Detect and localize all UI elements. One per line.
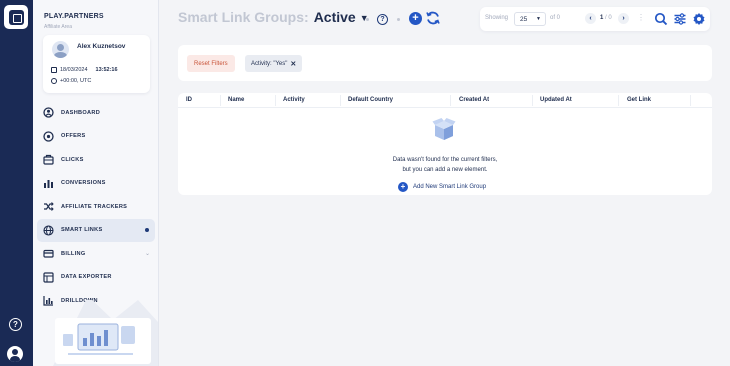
per-page-select[interactable]: 25 ▼	[514, 12, 546, 26]
help-button[interactable]: ?	[377, 14, 388, 25]
sidebar-item-affiliate-trackers[interactable]: AFFILIATE TRACKERS	[37, 195, 155, 219]
separator-dot	[366, 18, 369, 21]
column-divider	[618, 95, 619, 106]
smart-link-groups-table: ID Name Activity Default Country Created…	[178, 93, 712, 195]
filter-bar: Reset Filters Activity: "Yes" ✕	[178, 45, 712, 81]
sidebar-item-data-exporter[interactable]: DATA EXPORTER	[37, 266, 155, 290]
brand-name: PLAY.PARTNERS	[44, 13, 104, 20]
plus-icon: +	[398, 182, 408, 192]
sidebar-item-dashboard[interactable]: DASHBOARD	[37, 101, 155, 125]
add-smart-link-group-button[interactable]: + Add New Smart Link Group	[398, 182, 486, 192]
page-title: Smart Link Groups: Active ▼	[178, 9, 369, 25]
user-name: Alex Kuznetsov	[77, 43, 126, 50]
column-divider	[275, 95, 276, 106]
chevron-down-icon: ⌄	[144, 251, 150, 258]
clicks-icon	[43, 154, 54, 165]
filter-sliders-icon[interactable]	[673, 12, 687, 26]
status-dropdown[interactable]: Active	[314, 9, 356, 25]
sidebar-nav: DASHBOARD OFFERS CLICKS CONVERSIONS AFFI…	[37, 101, 155, 313]
user-time: 13:52:16	[95, 67, 118, 73]
avatar	[52, 41, 69, 58]
column-header-created-at[interactable]: Created At	[459, 97, 489, 103]
user-datetime: 18/03/2024 13:52:16	[51, 67, 118, 73]
close-icon[interactable]: ✕	[290, 60, 296, 68]
help-icon[interactable]: ?	[9, 318, 22, 331]
gear-icon[interactable]	[692, 12, 706, 26]
sidebar: PLAY.PARTNERS Affiliate Area Alex Kuznet…	[33, 0, 159, 366]
sidebar-item-label: DASHBOARD	[61, 109, 101, 116]
reset-filters-button[interactable]: Reset Filters	[187, 55, 235, 72]
pagination-bar: Showing 25 ▼ of 0 ‹ 1 / 0 › ⋮	[480, 7, 710, 31]
dashboard-icon	[43, 107, 54, 118]
sidebar-item-label: CLICKS	[61, 156, 84, 163]
separator-dot	[397, 18, 400, 21]
sidebar-item-label: CONVERSIONS	[61, 180, 106, 187]
showing-label: Showing	[485, 15, 509, 21]
sidebar-item-smart-links[interactable]: SMART LINKS	[37, 218, 155, 242]
sidebar-item-billing[interactable]: BILLING ⌄	[37, 242, 155, 266]
empty-box-icon	[432, 118, 456, 140]
per-page-value: 25	[520, 16, 528, 23]
sidebar-item-label: DATA EXPORTER	[61, 274, 112, 281]
promo-illustration	[53, 300, 158, 366]
separator-dots: ⋮	[637, 13, 645, 22]
empty-state-line-2: but you can add a new element.	[402, 167, 488, 173]
sidebar-item-label: SMART LINKS	[61, 227, 103, 234]
sidebar-item-clicks[interactable]: CLICKS	[37, 148, 155, 172]
billing-icon	[43, 248, 54, 259]
offers-icon	[43, 131, 54, 142]
user-timezone: +00:00, UTC	[60, 78, 92, 84]
refresh-icon[interactable]	[425, 10, 441, 26]
user-card: Alex Kuznetsov 18/03/2024 13:52:16 +00:0…	[43, 35, 150, 93]
column-header-updated-at[interactable]: Updated At	[540, 97, 572, 103]
column-header-id[interactable]: ID	[186, 97, 192, 103]
next-page-button[interactable]: ›	[618, 13, 629, 24]
conversions-icon	[43, 178, 54, 189]
column-header-activity[interactable]: Activity	[283, 97, 305, 103]
total-pages: / 0	[605, 15, 612, 21]
user-date: 18/03/2024	[60, 67, 88, 73]
app-rail: ?	[0, 0, 33, 366]
sidebar-item-label: BILLING	[61, 250, 86, 257]
globe-icon	[43, 225, 54, 236]
column-divider	[220, 95, 221, 106]
sidebar-item-conversions[interactable]: CONVERSIONS	[37, 172, 155, 196]
column-header-get-link[interactable]: Get Link	[627, 97, 651, 103]
sidebar-item-label: AFFILIATE TRACKERS	[61, 203, 128, 210]
prev-page-button[interactable]: ‹	[585, 13, 596, 24]
globe-small-icon	[51, 78, 57, 84]
page-indicator: 1 / 0	[600, 15, 612, 21]
shuffle-icon	[43, 201, 54, 212]
current-page: 1	[600, 15, 604, 21]
empty-state-message: Data wasn't found for the current filter…	[178, 155, 712, 175]
column-divider	[690, 95, 691, 106]
filter-chip-label: Activity: "Yes"	[251, 60, 288, 67]
column-header-name[interactable]: Name	[228, 97, 244, 103]
active-indicator	[145, 228, 149, 233]
sidebar-item-label: OFFERS	[61, 133, 86, 140]
column-header-default-country[interactable]: Default Country	[348, 97, 393, 103]
total-count: of 0	[550, 15, 561, 21]
column-divider	[450, 95, 451, 106]
filter-chip-activity[interactable]: Activity: "Yes" ✕	[245, 55, 303, 72]
sidebar-item-offers[interactable]: OFFERS	[37, 125, 155, 149]
column-divider	[340, 95, 341, 106]
export-icon	[43, 272, 54, 283]
page-title-text: Smart Link Groups:	[178, 9, 309, 25]
user-profile-icon[interactable]	[7, 346, 23, 362]
column-divider	[532, 95, 533, 106]
calendar-icon	[51, 67, 57, 73]
empty-state-line-1: Data wasn't found for the current filter…	[392, 157, 498, 163]
user-timezone-row: +00:00, UTC	[51, 78, 91, 84]
brand-subtitle: Affiliate Area	[44, 24, 72, 30]
add-smart-link-group-label: Add New Smart Link Group	[413, 184, 487, 190]
caret-down-icon: ▼	[536, 16, 541, 22]
search-icon[interactable]	[654, 12, 668, 26]
add-button[interactable]: +	[409, 12, 422, 25]
table-header: ID Name Activity Default Country Created…	[178, 93, 712, 108]
app-logo-icon[interactable]	[4, 5, 28, 29]
